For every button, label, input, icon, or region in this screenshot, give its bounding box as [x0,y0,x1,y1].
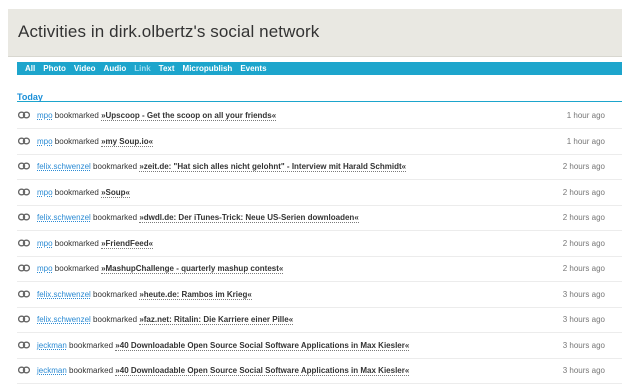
activity-text: mpo bookmarked »my Soup.io« [37,130,154,154]
activity-verb: bookmarked [54,111,99,120]
user-link[interactable]: mpo [37,111,53,120]
list-item: mpo bookmarked »Soup« 2 hours ago [17,181,622,206]
bookmark-title-link[interactable]: »Soup« [101,187,130,198]
timestamp: 2 hours ago [562,238,605,248]
bookmark-title-link[interactable]: »my Soup.io« [101,136,154,147]
timestamp: 3 hours ago [562,315,605,324]
timestamp: 3 hours ago [562,340,605,350]
timestamp: 1 hour ago [566,111,605,120]
tab-events[interactable]: Events [240,62,266,75]
timestamp: 2 hours ago [562,162,605,171]
timestamp: 2 hours ago [562,187,605,197]
user-link[interactable]: felix.schwenzel [37,290,91,299]
tab-micropublish[interactable]: Micropublish [183,62,233,75]
timestamp: 3 hours ago [562,289,605,299]
user-link[interactable]: felix.schwenzel [37,315,91,324]
list-item: mpo bookmarked »MashupChallenge - quarte… [17,257,622,282]
list-item: mpo bookmarked »FriendFeed« 2 hours ago [17,232,622,257]
user-link[interactable]: jeckman [37,366,67,375]
link-icon [18,111,30,119]
bookmark-title-link[interactable]: »dwdl.de: Der iTunes-Trick: Neue US-Seri… [139,213,359,223]
activity-verb: bookmarked [93,289,138,299]
list-item: jeckman bookmarked »40 Downloadable Open… [17,359,622,384]
activity-verb: bookmarked [69,340,114,350]
bookmark-title-link[interactable]: »FriendFeed« [101,238,154,249]
timestamp: 2 hours ago [562,213,605,222]
link-icon [18,315,30,323]
activity-page: Activities in dirk.olbertz's social netw… [0,0,622,384]
bookmark-title-link[interactable]: »faz.net: Ritalin: Die Karriere einer Pi… [139,315,294,325]
list-item: felix.schwenzel bookmarked »dwdl.de: Der… [17,206,622,231]
activity-verb: bookmarked [54,136,99,146]
user-link[interactable]: felix.schwenzel [37,213,91,222]
page-title: Activities in dirk.olbertz's social netw… [18,22,320,41]
list-item: felix.schwenzel bookmarked »heute.de: Ra… [17,283,622,308]
link-icon [18,162,30,170]
tab-link[interactable]: Link [134,62,150,75]
activity-text: mpo bookmarked »MashupChallenge - quarte… [37,257,284,281]
bookmark-title-link[interactable]: »40 Downloadable Open Source Social Soft… [115,340,410,351]
list-item: mpo bookmarked »Upscoop - Get the scoop … [17,104,622,129]
link-icon [18,188,30,195]
activity-text: felix.schwenzel bookmarked »dwdl.de: Der… [37,206,359,230]
activity-verb: bookmarked [93,315,138,324]
activity-verb: bookmarked [54,238,99,248]
activity-text: mpo bookmarked »Upscoop - Get the scoop … [37,104,277,128]
activity-verb: bookmarked [54,187,99,197]
user-link[interactable]: mpo [37,188,53,197]
section-today: Today [17,87,622,102]
link-icon [18,290,30,297]
tab-photo[interactable]: Photo [43,62,66,75]
user-link[interactable]: mpo [37,137,53,146]
activity-verb: bookmarked [93,213,138,222]
bookmark-title-link[interactable]: »40 Downloadable Open Source Social Soft… [115,366,410,376]
link-icon [18,137,30,144]
tab-audio[interactable]: Audio [104,62,127,75]
activity-text: felix.schwenzel bookmarked »heute.de: Ra… [37,283,252,307]
filter-tabs: All Photo Video Audio Link Text Micropublish Ev… [17,62,622,75]
activity-text: mpo bookmarked »FriendFeed« [37,232,154,256]
activity-text: mpo bookmarked »Soup« [37,181,130,205]
link-icon [18,213,30,221]
tab-all[interactable]: All [25,62,35,75]
timestamp: 2 hours ago [562,264,605,273]
timestamp: 3 hours ago [562,366,605,375]
section-label: Today [17,92,43,102]
user-link[interactable]: jeckman [37,341,67,350]
timestamp: 1 hour ago [566,136,605,146]
activity-verb: bookmarked [54,264,99,273]
list-item: mpo bookmarked »my Soup.io« 1 hour ago [17,130,622,155]
link-icon [18,264,30,272]
link-icon [18,366,30,374]
user-link[interactable]: felix.schwenzel [37,162,91,171]
bookmark-title-link[interactable]: »Upscoop - Get the scoop on all your fri… [101,111,277,121]
link-icon [18,341,30,348]
user-link[interactable]: mpo [37,264,53,273]
list-item: felix.schwenzel bookmarked »zeit.de: "Ha… [17,155,622,180]
page-header: Activities in dirk.olbertz's social netw… [8,9,622,57]
bookmark-title-link[interactable]: »zeit.de: "Hat sich alles nicht gelohnt"… [139,162,407,172]
link-icon [18,239,30,246]
activity-text: felix.schwenzel bookmarked »zeit.de: "Ha… [37,155,407,179]
list-item: felix.schwenzel bookmarked »faz.net: Rit… [17,308,622,333]
activity-text: felix.schwenzel bookmarked »faz.net: Rit… [37,308,294,332]
tab-video[interactable]: Video [74,62,96,75]
tab-text[interactable]: Text [159,62,175,75]
activity-verb: bookmarked [93,162,138,171]
activity-verb: bookmarked [69,366,114,375]
list-item: jeckman bookmarked »40 Downloadable Open… [17,334,622,359]
activity-text: jeckman bookmarked »40 Downloadable Open… [37,359,410,383]
activity-text: jeckman bookmarked »40 Downloadable Open… [37,334,410,358]
bookmark-title-link[interactable]: »heute.de: Rambos im Krieg« [139,289,252,300]
bookmark-title-link[interactable]: »MashupChallenge - quarterly mashup cont… [101,264,284,274]
user-link[interactable]: mpo [37,239,53,248]
